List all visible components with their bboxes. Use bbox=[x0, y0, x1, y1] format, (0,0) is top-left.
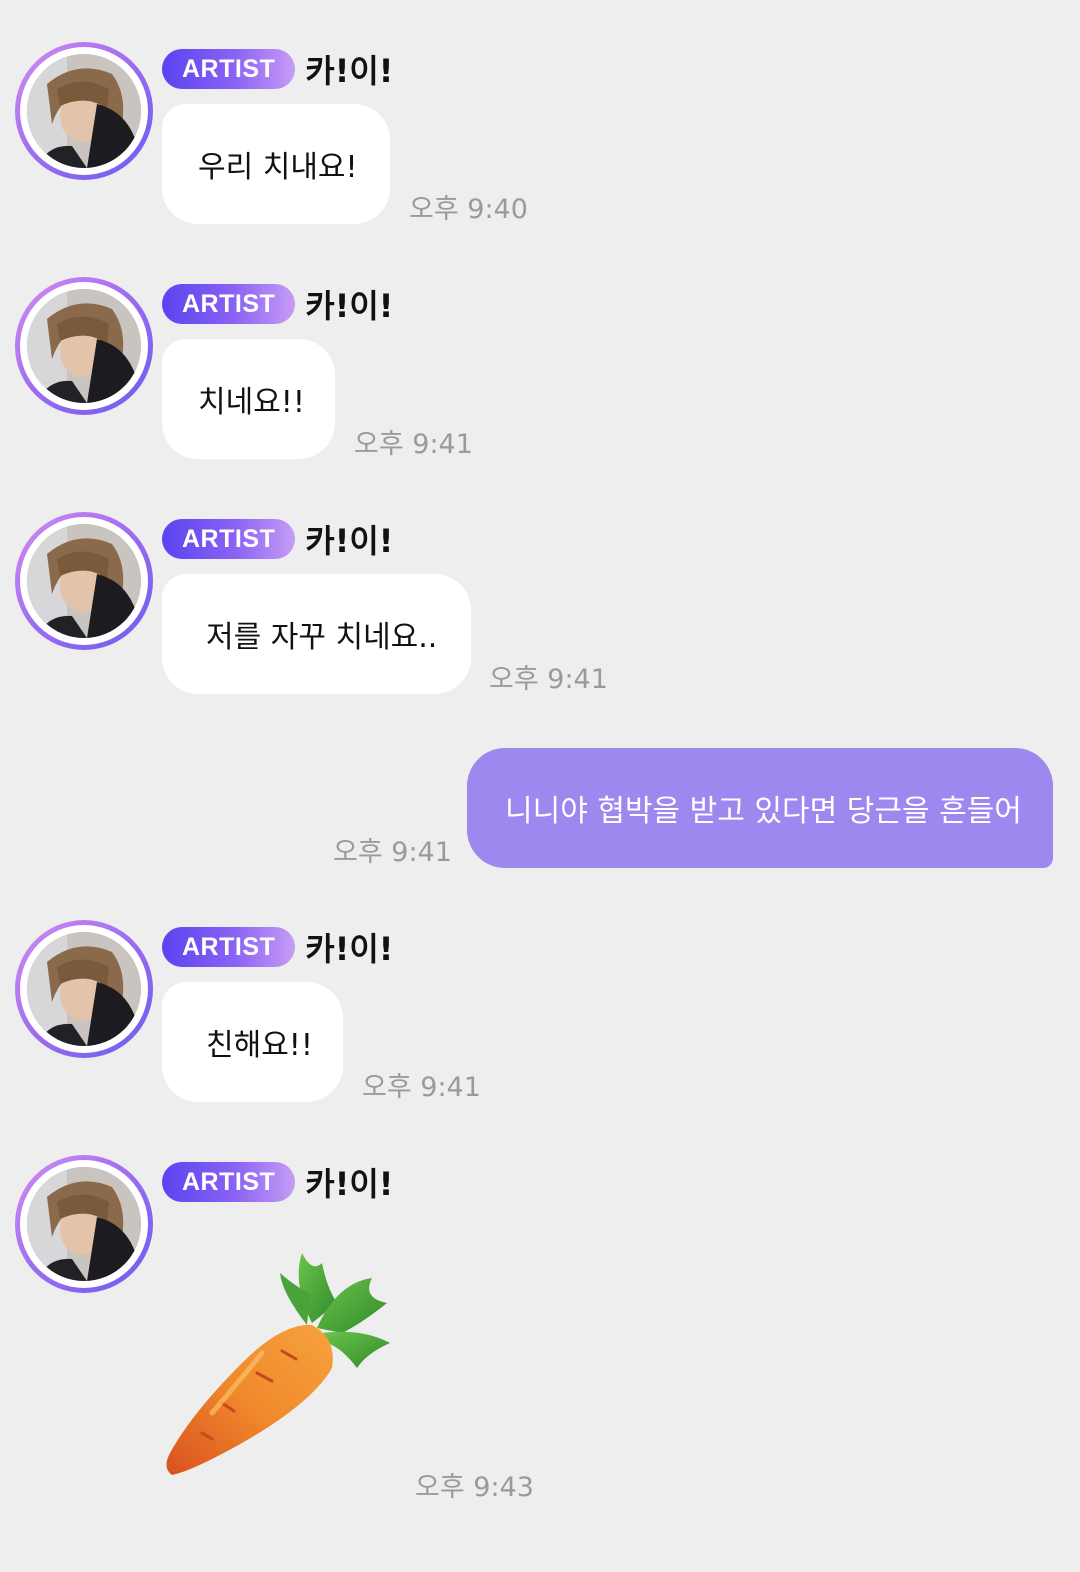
artist-avatar[interactable] bbox=[15, 512, 153, 650]
avatar-photo bbox=[27, 289, 141, 403]
message-incoming: ARTIST 카!이! 치네요!! 오후 9:41 bbox=[0, 277, 1080, 467]
message-bubble[interactable]: 우리 치내요! bbox=[162, 104, 390, 224]
sender-name[interactable]: 카!이! bbox=[305, 516, 393, 562]
message-bubble[interactable]: 친해요!! bbox=[162, 982, 343, 1102]
message-timestamp: 오후 9:41 bbox=[362, 1072, 481, 1103]
message-header: ARTIST 카!이! bbox=[162, 282, 393, 326]
avatar-photo bbox=[27, 1167, 141, 1281]
message-header: ARTIST 카!이! bbox=[162, 517, 393, 561]
message-timestamp: 오후 9:43 bbox=[415, 1472, 534, 1503]
chat-thread[interactable]: ARTIST 카!이! 우리 치내요! 오후 9:40 ARTIST 카!이! … bbox=[0, 0, 1080, 1572]
sender-name[interactable]: 카!이! bbox=[305, 281, 393, 327]
avatar-photo bbox=[27, 524, 141, 638]
artist-avatar[interactable] bbox=[15, 277, 153, 415]
avatar-photo bbox=[27, 54, 141, 168]
message-timestamp: 오후 9:40 bbox=[409, 194, 528, 225]
message-incoming: ARTIST 카!이! 저를 자꾸 치네요.. 오후 9:41 bbox=[0, 512, 1080, 702]
message-outgoing: 오후 9:41 니니야 협박을 받고 있다면 당근을 흔들어 bbox=[0, 748, 1080, 868]
message-bubble[interactable]: 치네요!! bbox=[162, 339, 335, 459]
sender-name[interactable]: 카!이! bbox=[305, 924, 393, 970]
message-incoming-sticker: ARTIST 카!이! 오후 9:43 bbox=[0, 1155, 1080, 1505]
artist-avatar[interactable] bbox=[15, 1155, 153, 1293]
message-bubble-outgoing[interactable]: 니니야 협박을 받고 있다면 당근을 흔들어 bbox=[467, 748, 1053, 868]
artist-badge: ARTIST bbox=[162, 927, 296, 967]
message-incoming: ARTIST 카!이! 친해요!! 오후 9:41 bbox=[0, 920, 1080, 1110]
artist-badge: ARTIST bbox=[162, 49, 296, 89]
message-header: ARTIST 카!이! bbox=[162, 925, 393, 969]
carrot-emoji-icon[interactable] bbox=[162, 1243, 392, 1475]
sender-name[interactable]: 카!이! bbox=[305, 1159, 393, 1205]
message-bubble[interactable]: 저를 자꾸 치네요.. bbox=[162, 574, 471, 694]
artist-badge: ARTIST bbox=[162, 1162, 296, 1202]
artist-avatar[interactable] bbox=[15, 42, 153, 180]
message-header: ARTIST 카!이! bbox=[162, 47, 393, 91]
artist-badge: ARTIST bbox=[162, 284, 296, 324]
avatar-photo bbox=[27, 932, 141, 1046]
message-timestamp: 오후 9:41 bbox=[333, 837, 452, 868]
artist-avatar[interactable] bbox=[15, 920, 153, 1058]
message-timestamp: 오후 9:41 bbox=[354, 429, 473, 460]
message-incoming: ARTIST 카!이! 우리 치내요! 오후 9:40 bbox=[0, 42, 1080, 232]
message-timestamp: 오후 9:41 bbox=[489, 664, 608, 695]
sender-name[interactable]: 카!이! bbox=[305, 46, 393, 92]
message-header: ARTIST 카!이! bbox=[162, 1160, 393, 1204]
artist-badge: ARTIST bbox=[162, 519, 296, 559]
